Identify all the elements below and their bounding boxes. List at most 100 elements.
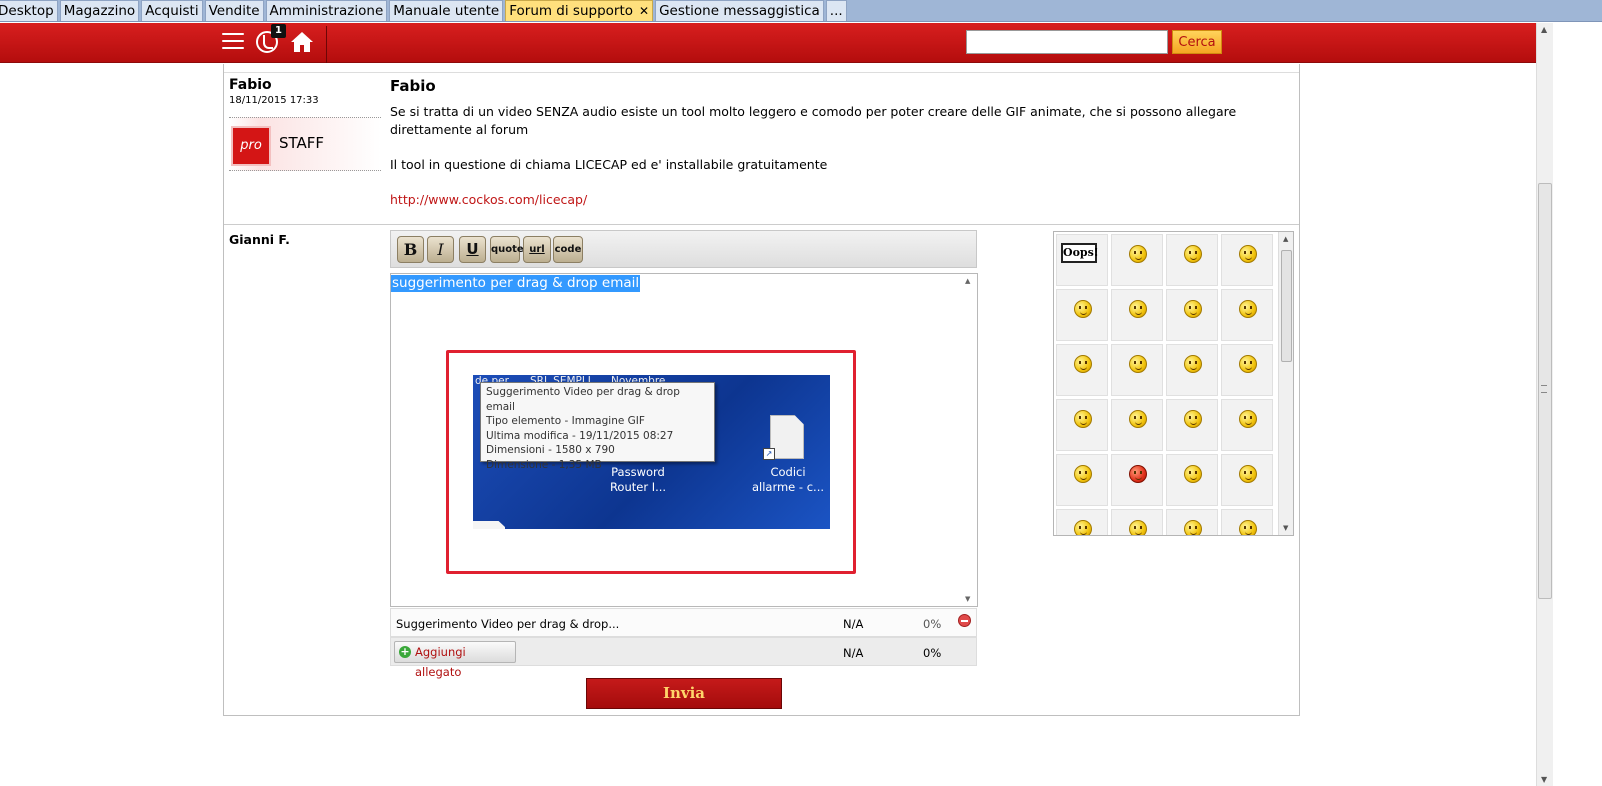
attachment-size: N/A: [843, 617, 864, 631]
emoticon-item[interactable]: [1111, 289, 1163, 341]
emoticon-item[interactable]: [1221, 289, 1273, 341]
quote-button[interactable]: quote: [490, 236, 524, 263]
tab-amministrazione[interactable]: Amministrazione: [265, 0, 388, 21]
editor-scrollbar[interactable]: ▲ ▼: [961, 274, 977, 606]
emoticon-item[interactable]: [1056, 399, 1108, 451]
tab-label: Gestione messaggistica: [659, 3, 820, 19]
embedded-screenshot: de per SRL SEMPLI Novembre Suggerimento …: [473, 375, 830, 529]
smiley-icon: [1129, 410, 1147, 428]
page-scrollbar[interactable]: ▲ ▼: [1536, 23, 1553, 786]
smiley-icon: [1074, 355, 1092, 373]
reply-textarea[interactable]: suggerimento per drag & drop email de pe…: [390, 273, 978, 607]
label-line: Router I...: [609, 480, 667, 494]
scroll-down-icon[interactable]: ▼: [965, 595, 970, 603]
tab-gestione-messaggistica[interactable]: Gestione messaggistica: [655, 0, 824, 21]
emoticon-item[interactable]: [1056, 509, 1108, 535]
tab-manuale-utente[interactable]: Manuale utente: [389, 0, 504, 21]
emoticon-scrollbar[interactable]: ▲ ▼: [1278, 232, 1293, 535]
search-button[interactable]: Cerca: [1172, 30, 1222, 54]
tooltip-line: Ultima modifica - 19/11/2015 08:27: [486, 429, 674, 442]
emoticon-item[interactable]: [1111, 454, 1163, 506]
tab-forum-di-supporto[interactable]: Forum di supporto ✕: [505, 0, 654, 21]
smiley-icon: [1239, 410, 1257, 428]
emoticon-item[interactable]: [1056, 289, 1108, 341]
menu-icon[interactable]: [222, 33, 244, 51]
bold-button[interactable]: B: [397, 236, 424, 263]
emoticon-item[interactable]: [1166, 509, 1218, 535]
emoticon-item[interactable]: [1111, 344, 1163, 396]
emoticon-item[interactable]: [1221, 509, 1273, 535]
tooltip-line: Suggerimento Video per drag & drop email: [486, 386, 680, 413]
desktop-icon-label: Codici allarme - c...: [743, 465, 830, 495]
tab-vendite[interactable]: Vendite: [204, 0, 264, 21]
tooltip-line: Tipo elemento - Immagine GIF: [486, 415, 645, 428]
tab-acquisti[interactable]: Acquisti: [141, 0, 203, 21]
attachment-progress: 0%: [923, 646, 942, 660]
tab-label: Amministrazione: [269, 3, 384, 19]
emoticon-item[interactable]: [1056, 454, 1108, 506]
smiley-icon: [1239, 465, 1257, 483]
attachment-row: Suggerimento Video per drag & drop... N/…: [390, 608, 977, 637]
close-icon[interactable]: ✕: [639, 1, 649, 21]
emoticon-item[interactable]: [1111, 399, 1163, 451]
tooltip-line: Dimensione - 1,35 MB: [486, 458, 602, 471]
scrollbar-grip: [1541, 385, 1547, 393]
scroll-down-icon[interactable]: ▼: [1283, 524, 1288, 532]
forum-post: Fabio 18/11/2015 17:33 pro STAFF Fabio S…: [224, 74, 1299, 225]
code-button[interactable]: code: [553, 236, 583, 263]
emoticon-item[interactable]: [1221, 454, 1273, 506]
label-line: Codici: [770, 465, 806, 479]
pro-logo: pro: [231, 126, 271, 166]
post-link[interactable]: http://www.cockos.com/licecap/: [390, 192, 587, 207]
emoticon-item[interactable]: [1221, 399, 1273, 451]
scroll-up-icon[interactable]: ▲: [1541, 25, 1547, 34]
desktop-icon-label: Password Router I...: [603, 465, 673, 495]
selected-text: suggerimento per drag & drop email: [391, 275, 641, 292]
staff-label: STAFF: [279, 134, 325, 152]
editor-toolbar: B I U quote url code: [390, 230, 977, 268]
scroll-up-icon[interactable]: ▲: [965, 277, 970, 285]
tab-desktop[interactable]: Desktop: [0, 0, 58, 21]
emoticon-item[interactable]: [1166, 289, 1218, 341]
label-line: allarme - c...: [751, 480, 825, 494]
emoticon-item[interactable]: [1221, 234, 1273, 286]
emoticon-item[interactable]: [1111, 234, 1163, 286]
emoticon-item[interactable]: [1166, 234, 1218, 286]
smiley-icon: [1129, 520, 1147, 535]
send-button[interactable]: Invia: [586, 678, 782, 709]
tab-label: Acquisti: [145, 3, 199, 19]
smiley-icon: [1239, 520, 1257, 535]
tab-more[interactable]: ...: [825, 0, 847, 21]
post-paragraph: Se si tratta di un video SENZA audio esi…: [390, 104, 1237, 137]
file-tooltip: Suggerimento Video per drag & drop email…: [480, 382, 715, 471]
italic-button[interactable]: I: [427, 236, 454, 263]
attachment-size: N/A: [843, 646, 864, 660]
scrollbar-thumb[interactable]: [1281, 250, 1292, 362]
add-attachment-button[interactable]: + Aggiungi allegato: [394, 641, 516, 679]
underline-button[interactable]: U: [459, 236, 486, 263]
smiley-icon: [1184, 465, 1202, 483]
attachment-name: Suggerimento Video per drag & drop...: [396, 617, 620, 631]
reply-author: Gianni F.: [229, 232, 290, 247]
emoticon-item[interactable]: [1166, 454, 1218, 506]
post-title: Fabio: [390, 77, 436, 95]
remove-attachment-icon[interactable]: [958, 614, 971, 627]
emoticon-grid: Oops!: [1056, 234, 1273, 535]
emoticon-item[interactable]: [1166, 344, 1218, 396]
smiley-icon: [1129, 245, 1147, 263]
emoticon-panel: Oops! ▲ ▼: [1053, 231, 1294, 536]
emoticon-item[interactable]: [1111, 509, 1163, 535]
scroll-up-icon[interactable]: ▲: [1283, 235, 1288, 243]
emoticon-item[interactable]: [1056, 344, 1108, 396]
smiley-icon: [1074, 520, 1092, 535]
emoticon-item[interactable]: [1166, 399, 1218, 451]
home-icon[interactable]: [290, 31, 314, 53]
add-attachment-label: Aggiungi allegato: [415, 645, 466, 679]
tab-magazzino[interactable]: Magazzino: [59, 0, 140, 21]
divider: [224, 72, 1299, 73]
scroll-down-icon[interactable]: ▼: [1541, 775, 1547, 784]
emoticon-oops[interactable]: Oops!: [1056, 234, 1108, 286]
emoticon-item[interactable]: [1221, 344, 1273, 396]
search-input[interactable]: [966, 30, 1168, 54]
url-button[interactable]: url: [523, 236, 551, 263]
